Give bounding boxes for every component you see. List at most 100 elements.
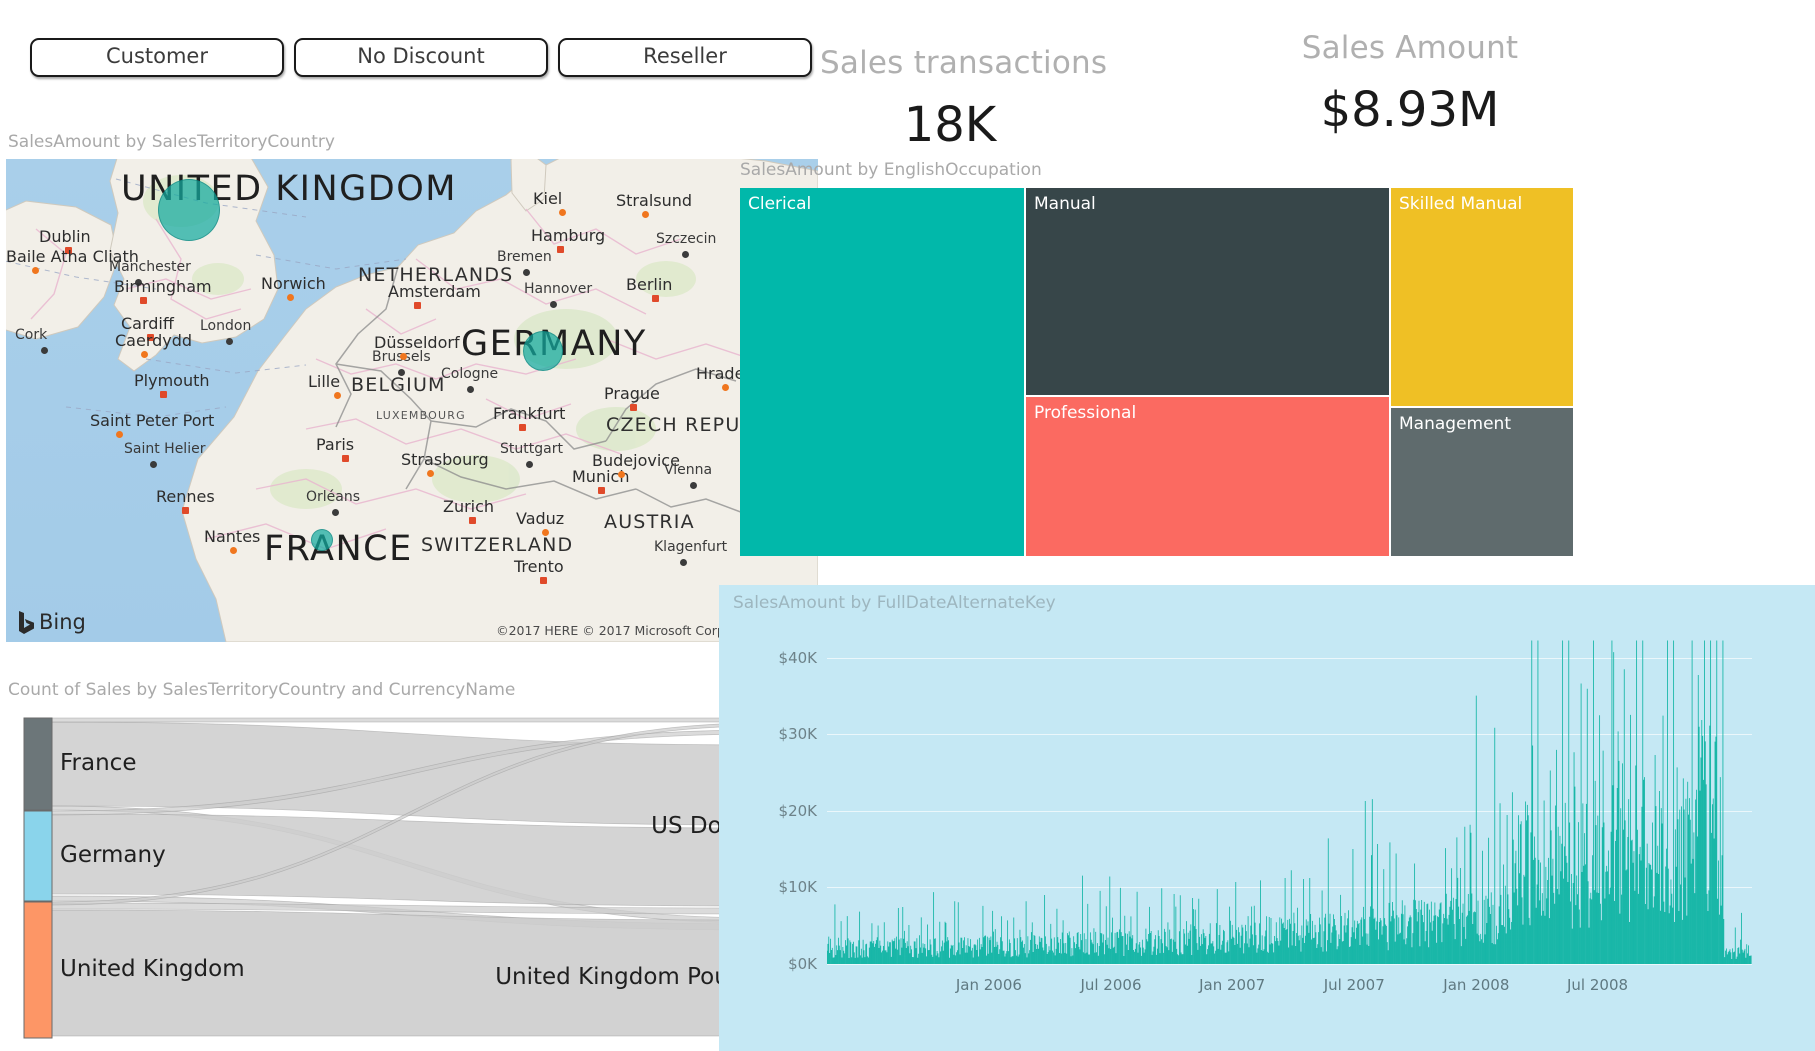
timeseries-y-tick-label: $20K [778,801,817,820]
map-city-dot [469,517,476,524]
bing-logo[interactable]: Bing [18,610,86,634]
sankey-node[interactable] [23,810,53,902]
timeseries-bar-path [827,640,1751,964]
map-city-dot [147,334,154,341]
map-city-dot [680,559,687,566]
sankey-node-label: Germany [60,842,166,868]
map-visual[interactable]: SalesAmount by SalesTerritoryCountry UNI… [6,132,818,642]
map-city-dot [682,251,689,258]
timeseries-y-tick-label: $0K [788,955,817,973]
map-city-dot [559,209,566,216]
kpi-value: $8.93M [1320,82,1500,138]
treemap-visual[interactable]: SalesAmount by EnglishOccupation Clerica… [740,160,1815,560]
treemap-tile-label: Manual [1034,194,1096,214]
map-city-dot [140,297,147,304]
kpi-value: 18K [903,97,997,153]
map-city-dot [598,487,605,494]
map-city-dot [135,279,142,286]
map-city-dot [230,547,237,554]
kpi-card-sales-amount[interactable]: Sales Amount $8.93M [1290,30,1530,138]
timeseries-x-tick-label: Jul 2007 [1323,976,1385,994]
map-city-dot [427,470,434,477]
filter-customer-button[interactable]: Customer [30,38,284,77]
sankey-node-label: France [60,750,137,776]
map-city-dot [542,529,549,536]
bing-label: Bing [39,610,86,634]
map-city-dot [642,211,649,218]
timeseries-x-tick-label: Jan 2007 [1199,976,1266,994]
filter-button-bar: Customer No Discount Reseller [30,38,812,77]
treemap-tile[interactable]: Skilled Manual [1391,188,1573,406]
timeseries-gridline [827,964,1752,965]
map-city-dot [652,295,659,302]
map-city-dot [287,294,294,301]
treemap-tile[interactable]: Clerical [740,188,1024,556]
map-city-dot [540,577,547,584]
treemap-tile-label: Skilled Manual [1399,194,1523,214]
treemap-tile[interactable]: Manual [1026,188,1389,395]
map-city-dot [332,509,339,516]
timeseries-x-tick-label: Jan 2006 [955,976,1022,994]
map-city-dot [342,455,349,462]
map-city-dot [722,384,729,391]
map-data-bubble[interactable] [158,179,220,241]
sankey-node[interactable] [23,717,53,811]
map-city-dot [334,392,341,399]
map-city-dot [557,246,564,253]
timeseries-bars [827,627,1752,964]
timeseries-visual[interactable]: SalesAmount by FullDateAlternateKey $0K $… [719,585,1815,1051]
map-city-dot [65,247,72,254]
timeseries-y-tick-label: $40K [778,648,817,667]
map-city-dot [41,347,48,354]
kpi-label: Sales Amount [1301,30,1519,66]
map-city-dot [398,369,405,376]
map-city-dot [526,461,533,468]
timeseries-y-tick-label: $10K [778,878,817,897]
bing-mark-icon [19,610,34,634]
map-city-dot [116,431,123,438]
map-city-dot [150,461,157,468]
map-city-dot [414,302,421,309]
map-city-dot [618,471,625,478]
sankey-node[interactable] [23,901,53,1039]
map-city-dot [523,269,530,276]
treemap-title: SalesAmount by EnglishOccupation [740,160,1042,180]
kpi-card-sales-transactions[interactable]: Sales transactions 18K [820,45,1108,153]
map-city-dot [141,351,148,358]
sankey-title: Count of Sales by SalesTerritoryCountry … [8,680,516,700]
timeseries-x-tick-label: Jul 2006 [1080,976,1142,994]
timeseries-title: SalesAmount by FullDateAlternateKey [733,593,1056,613]
map-city-dot [467,386,474,393]
map-data-bubble[interactable] [311,529,333,551]
timeseries-x-tick-label: Jan 2008 [1443,976,1510,994]
treemap-tile-label: Management [1399,414,1511,434]
treemap-tile[interactable]: Management [1391,408,1573,556]
sankey-link[interactable] [51,717,767,723]
map-city-dot [550,301,557,308]
treemap-canvas[interactable]: Clerical Manual Professional Skilled Manual… [740,188,1808,556]
map-data-bubble[interactable] [523,331,563,371]
treemap-tile-label: Clerical [748,194,812,214]
map-city-dot [226,338,233,345]
filter-reseller-button[interactable]: Reseller [558,38,812,77]
map-city-dot [32,267,39,274]
timeseries-x-tick-label: Jul 2008 [1566,976,1629,994]
sankey-node-label: United Kingdom [60,956,245,982]
sankey-canvas[interactable]: France Germany United Kingdom US Dollar Unit… [6,708,818,1048]
filter-no-discount-button[interactable]: No Discount [294,38,548,77]
treemap-tile[interactable]: Professional [1026,397,1389,556]
map-title: SalesAmount by SalesTerritoryCountry [8,132,335,152]
sankey-visual[interactable]: Count of Sales by SalesTerritoryCountry … [6,680,818,1050]
map-city-dot [160,391,167,398]
kpi-label: Sales transactions [820,45,1108,81]
timeseries-plot-area[interactable]: $0K $10K $20K $30K $40K [779,627,1752,973]
map-geometry [6,159,818,642]
map-city-dot [519,424,526,431]
map-city-dot [182,507,189,514]
treemap-tile-label: Professional [1034,403,1137,423]
map-city-dot [400,353,407,360]
map-city-dot [630,404,637,411]
timeseries-y-tick-label: $30K [778,725,817,744]
dashboard-root: Customer No Discount Reseller Sales tran… [0,0,1815,1051]
map-canvas[interactable]: UNITED KINGDOMGERMANYFRANCENETHERLANDSBE… [6,159,818,642]
